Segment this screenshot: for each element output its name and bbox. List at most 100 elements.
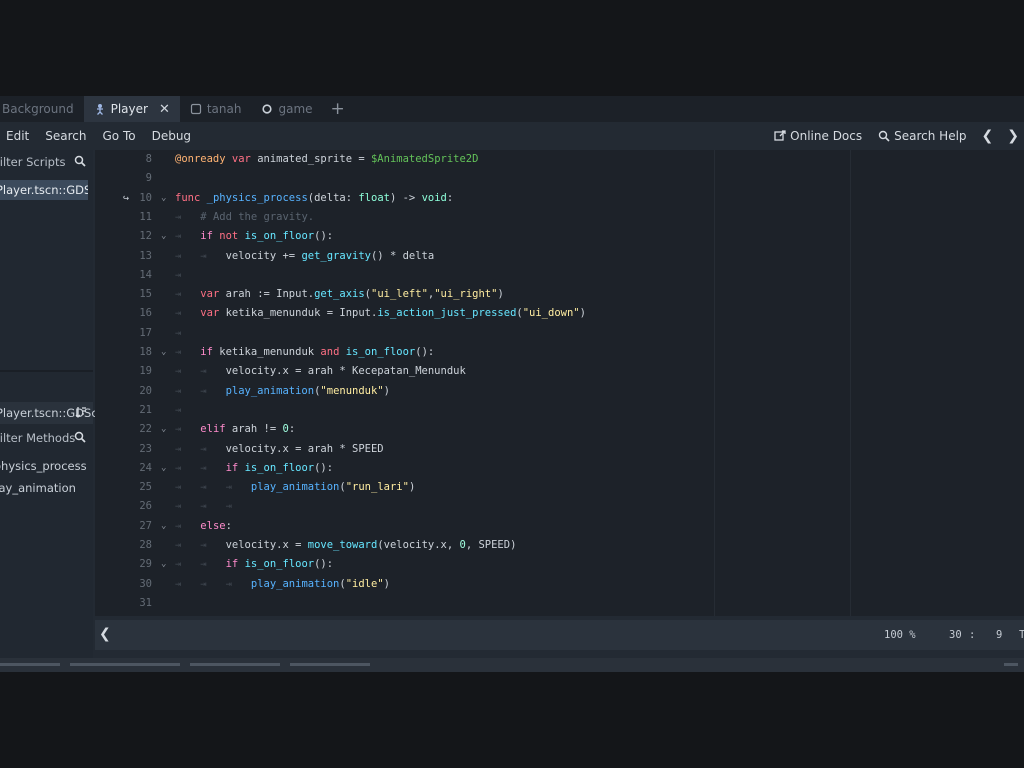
scene-tab[interactable]: tanah (180, 96, 252, 122)
code-line[interactable]: 27 ⌄ ⇥ else: (95, 517, 1024, 536)
fold-arrow-icon[interactable]: ⌄ (161, 227, 166, 246)
menu-go-to[interactable]: Go To (94, 129, 143, 143)
close-icon[interactable]: ✕ (159, 102, 170, 117)
script-list-item-player[interactable]: Player.tscn::GDScript (0, 180, 88, 200)
line-number: 8 (145, 153, 152, 165)
code-token: ⇥ ⇥ (175, 442, 207, 455)
code-token: if (225, 461, 239, 474)
code-token: else (200, 519, 226, 532)
toggle-scripts-panel-button[interactable]: ❮ (99, 626, 111, 642)
code-line[interactable]: 15 ⇥ var arah := Input.get_axis("ui_left"… (95, 285, 1024, 304)
code-line[interactable]: 20 ⇥ ⇥ play_animation("menunduk") (95, 382, 1024, 401)
code-editor[interactable]: 8 @onready var animated_sprite = $Animate… (95, 150, 1024, 616)
code-token: void (421, 191, 447, 204)
line-number: 29 (139, 558, 152, 571)
code-token: (): (314, 558, 334, 571)
code-token: ⇥ ⇥ ⇥ (175, 577, 232, 590)
code-line[interactable]: 11 ⇥ # Add the gravity. (95, 208, 1024, 227)
code-line[interactable]: 12 ⌄ ⇥ if not is_on_floor(): (95, 227, 1024, 246)
code-line[interactable]: 30 ⇥ ⇥ ⇥ play_animation("idle") (95, 575, 1024, 594)
fold-arrow-icon[interactable]: ⌄ (161, 343, 166, 362)
code-line[interactable]: 24 ⌄ ⇥ ⇥ if is_on_floor(): (95, 459, 1024, 478)
code-line[interactable]: 9 (95, 169, 1024, 188)
menu-debug[interactable]: Debug (144, 129, 199, 143)
line-number: 28 (139, 539, 152, 551)
help-toolbar: Online Docs Search Help ❮ ❯ (768, 122, 1024, 150)
code-token: ) (383, 384, 390, 397)
method-list-item[interactable]: play_animation (0, 481, 76, 495)
line-number: 25 (139, 481, 152, 494)
code-line[interactable]: 25 ⇥ ⇥ ⇥ play_animation("run_lari") (95, 478, 1024, 497)
code-line[interactable]: 8 @onready var animated_sprite = $Animate… (95, 150, 1024, 169)
history-forward-button[interactable]: ❯ (1002, 128, 1024, 144)
filter-methods-field[interactable]: Filter Methods (0, 426, 93, 450)
code-line[interactable]: 31 (95, 594, 1024, 613)
code-token: "idle" (345, 577, 384, 590)
filter-scripts-field[interactable]: Filter Scripts (0, 150, 93, 174)
code-line[interactable]: 23 ⇥ ⇥ velocity.x = arah * SPEED (95, 440, 1024, 459)
fold-arrow-icon[interactable]: ⌄ (161, 555, 166, 574)
code-token: if (225, 558, 239, 571)
add-scene-tab-button[interactable]: + (323, 96, 353, 122)
code-text: ⇥ if not is_on_floor(): (175, 227, 333, 246)
code-token: , SPEED) (465, 539, 517, 551)
code-text: ⇥ (175, 324, 181, 343)
code-line[interactable]: 14 ⇥ (95, 266, 1024, 285)
code-line[interactable]: 29 ⌄ ⇥ ⇥ if is_on_floor(): (95, 555, 1024, 574)
scene-tab[interactable]: Player ✕ (83, 96, 180, 122)
fold-arrow-icon[interactable]: ⌄ (161, 420, 166, 439)
sort-icon[interactable] (75, 406, 87, 422)
code-line[interactable]: 16 ⇥ var ketika_menunduk = Input.is_actio… (95, 304, 1024, 323)
fold-arrow-icon[interactable]: ⌄ (161, 459, 166, 478)
code-line[interactable]: 26 ⇥ ⇥ ⇥ (95, 497, 1024, 516)
code-token: ⇥ ⇥ ⇥ (175, 500, 232, 513)
code-line[interactable]: 22 ⌄ ⇥ elif arah != 0: (95, 420, 1024, 439)
code-text: ⇥ ⇥ velocity.x = arah * Kecepatan_Menund… (175, 362, 466, 381)
line-number: 31 (139, 596, 152, 609)
code-text: ⇥ ⇥ ⇥ play_animation("run_lari") (175, 478, 415, 497)
code-token: (): (415, 346, 435, 358)
override-icon[interactable]: ↪ (123, 189, 129, 208)
code-line[interactable]: 18 ⌄ ⇥ if ketika_menunduk and is_on_floor(… (95, 343, 1024, 362)
external-link-icon (774, 130, 786, 142)
menu-search[interactable]: Search (37, 129, 94, 143)
code-line[interactable]: 21 ⇥ (95, 401, 1024, 420)
search-help-button[interactable]: Search Help (872, 129, 972, 143)
cursor-line: 30 (949, 629, 962, 641)
history-back-button[interactable]: ❮ (977, 128, 999, 144)
scene-tab[interactable]: game (251, 96, 322, 122)
fold-arrow-icon[interactable]: ⌄ (161, 517, 166, 536)
panel-split-handle[interactable] (0, 370, 93, 372)
scene-tab-label: Background (2, 102, 74, 116)
script-list-item-label: Player.tscn::GDScript (0, 183, 88, 197)
code-token: : (446, 191, 454, 204)
line-number: 20 (139, 384, 152, 397)
code-token: animated_sprite = (250, 153, 371, 165)
code-token: if (200, 346, 213, 358)
code-text: ⇥ else: (175, 517, 232, 536)
code-line[interactable]: 13 ⇥ ⇥ velocity += get_gravity() * delta (95, 247, 1024, 266)
script-editor-window: Background Player ✕ tanah game + Edit Search … (0, 96, 1024, 672)
method-list-item[interactable]: _physics_process (0, 459, 87, 473)
line-number: 19 (139, 365, 152, 378)
scene-tab[interactable]: Background (0, 96, 84, 122)
online-docs-button[interactable]: Online Docs (768, 129, 868, 143)
code-token: ⇥ ⇥ (175, 249, 207, 262)
cursor-column: 9 (996, 629, 1003, 641)
indent-type[interactable]: T (1019, 629, 1024, 641)
code-line[interactable]: 17 ⇥ (95, 324, 1024, 343)
fold-arrow-icon[interactable]: ⌄ (161, 189, 166, 208)
menu-edit[interactable]: Edit (0, 129, 37, 143)
code-line[interactable]: 28 ⇥ ⇥ velocity.x = move_toward(velocity.… (95, 536, 1024, 555)
code-line[interactable]: 10 ↪ ⌄ func _physics_process(delta: float) … (95, 189, 1024, 208)
line-number: 12 (139, 230, 152, 243)
code-token: () * delta (370, 249, 435, 262)
code-token: is_action_just_pressed (377, 307, 517, 320)
zoom-level[interactable]: 100 % (884, 629, 916, 641)
code-token: move_toward (307, 539, 378, 551)
code-line[interactable]: 19 ⇥ ⇥ velocity.x = arah * Kecepatan_Menu… (95, 362, 1024, 381)
